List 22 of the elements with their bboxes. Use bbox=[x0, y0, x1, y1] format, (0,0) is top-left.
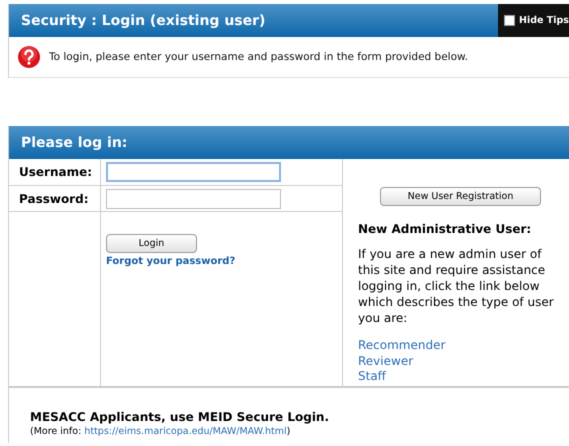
registration-button[interactable]: New User Registration bbox=[380, 187, 541, 206]
user-type-link[interactable]: Reviewer bbox=[358, 354, 414, 369]
forgot-password-link[interactable]: Forgot your password? bbox=[106, 256, 236, 267]
instructions-text: If you are a new admin user of this site and require assistance logging in, click the link below which describes the type of user you are: bbox=[358, 246, 555, 326]
panel-title: Security : Login (existing user) bbox=[20, 12, 266, 28]
password-field[interactable] bbox=[106, 188, 281, 208]
user-type-link[interactable]: Staff bbox=[358, 369, 386, 384]
login-button[interactable]: Login bbox=[106, 234, 197, 253]
tip-text: To login, please enter your username and password in the form provided below. bbox=[49, 51, 468, 63]
notice-heading: MESACC Applicants, use MEID Secure Login. bbox=[30, 410, 330, 424]
panel-title: Please log in: bbox=[20, 134, 128, 150]
username-field[interactable] bbox=[106, 162, 281, 182]
field-label: Username: bbox=[19, 165, 92, 179]
help-icon bbox=[17, 45, 41, 69]
user-type-link[interactable]: Recommender bbox=[358, 338, 446, 354]
field-label: Password: bbox=[19, 192, 88, 206]
more-info-text: (More info: https://eims.maricopa.edu/MAW/MAW.html) bbox=[30, 426, 292, 437]
hide-tips-toggle[interactable]: Hide Tips bbox=[498, 4, 569, 37]
section-heading: New Administrative User: bbox=[358, 222, 532, 236]
hide-tips-checkbox[interactable] bbox=[504, 15, 515, 26]
hide-tips-label: Hide Tips bbox=[519, 15, 569, 26]
info-link[interactable]: https://eims.maricopa.edu/MAW/MAW.html bbox=[84, 426, 287, 437]
